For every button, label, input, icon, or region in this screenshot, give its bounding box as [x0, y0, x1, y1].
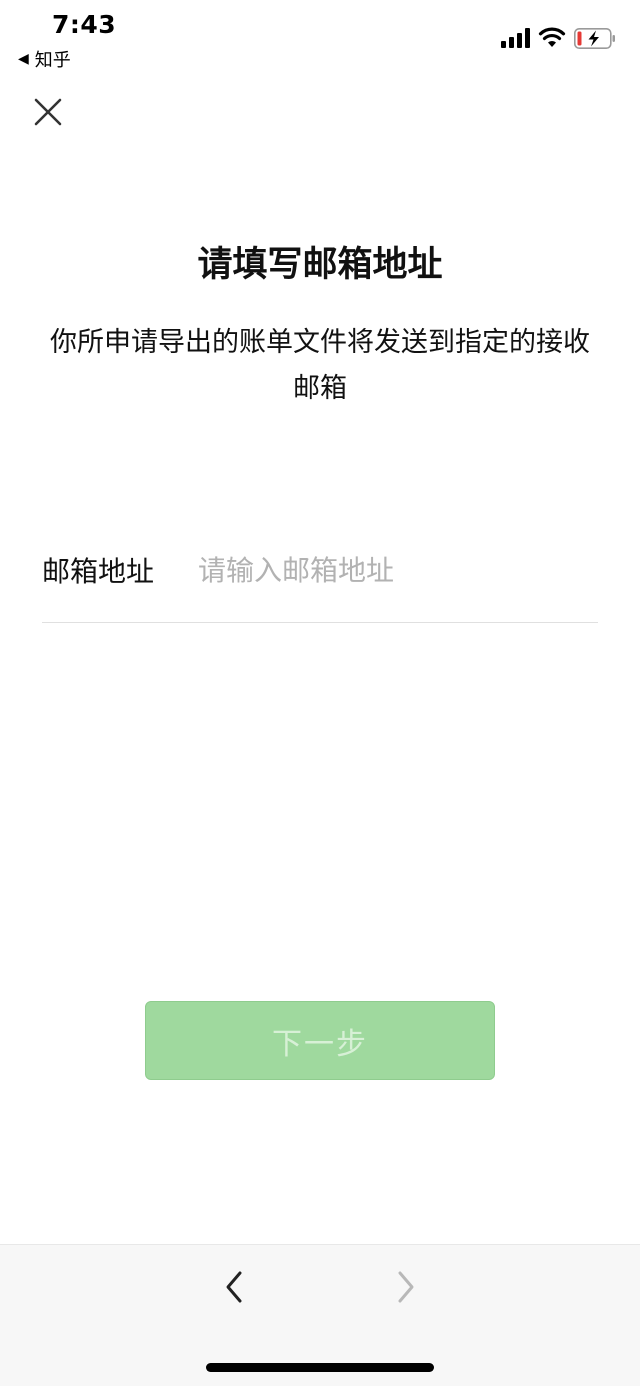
- chevron-right-icon[interactable]: [390, 1269, 422, 1305]
- wifi-icon: [538, 27, 566, 47]
- close-icon[interactable]: [30, 94, 66, 130]
- bottom-navigation-bar: [0, 1244, 640, 1386]
- back-to-app-link[interactable]: ◀ 知乎: [18, 46, 71, 72]
- chevron-left-icon[interactable]: [218, 1269, 250, 1305]
- email-input[interactable]: [198, 553, 598, 587]
- battery-charging-icon: [574, 28, 615, 49]
- status-time: 7:43: [52, 10, 117, 39]
- back-app-label: 知乎: [34, 50, 71, 71]
- page-title: 请填写邮箱地址: [197, 245, 443, 285]
- screen: 7:43 ◀ 知乎 请填写邮箱地址 你所申请导出的账单文件将发送到指定的接收邮箱…: [0, 0, 640, 1386]
- back-triangle-icon: ◀: [18, 51, 29, 67]
- email-field-divider: [42, 622, 598, 623]
- email-label: 邮箱地址: [42, 555, 155, 588]
- email-field-row: 邮箱地址: [42, 540, 598, 600]
- home-indicator[interactable]: [206, 1363, 434, 1372]
- page-description: 你所申请导出的账单文件将发送到指定的接收邮箱: [50, 327, 590, 404]
- next-button[interactable]: 下一步: [145, 1001, 495, 1080]
- signal-icon: [501, 28, 530, 48]
